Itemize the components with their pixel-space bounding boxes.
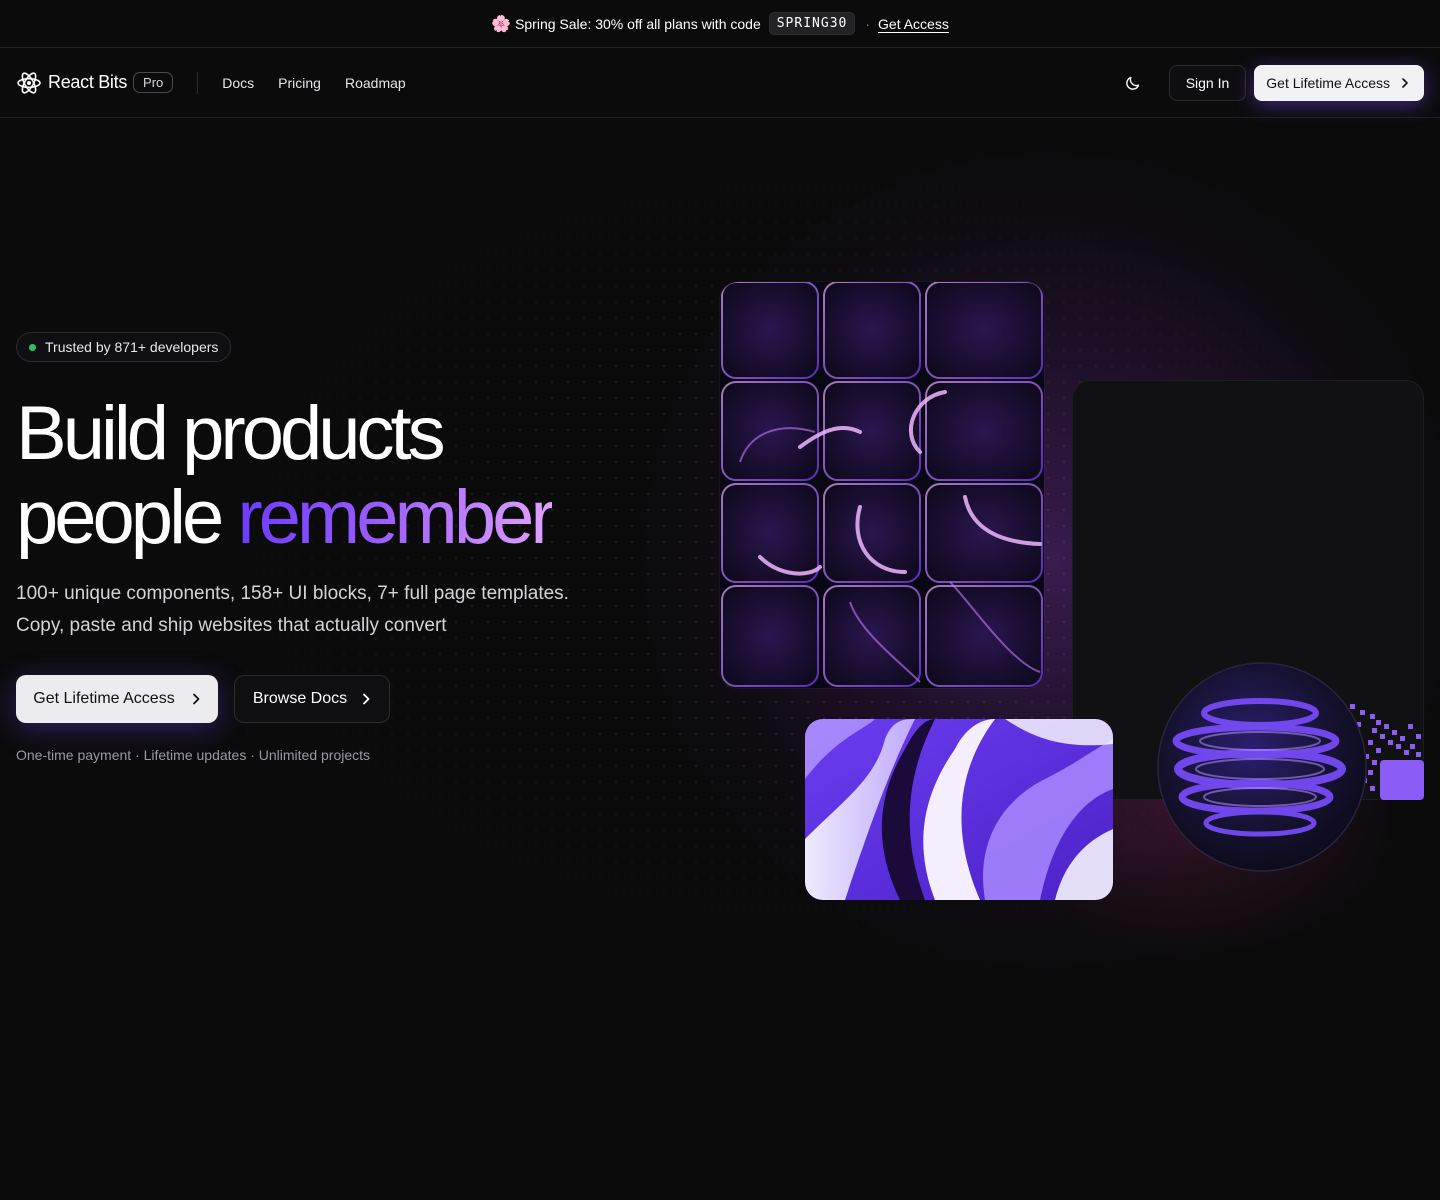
moon-icon <box>1125 76 1139 90</box>
subtext-line-2: Copy, paste and ship websites that actua… <box>16 615 447 636</box>
promo-code: SPRING30 <box>768 12 856 35</box>
nav-link-pricing[interactable]: Pricing <box>278 75 321 91</box>
announcement-bar: 🌸 Spring Sale: 30% off all plans with co… <box>0 0 1440 48</box>
trusted-badge: Trusted by 871+ developers <box>16 332 232 362</box>
nav-cta-label: Get Lifetime Access <box>1266 74 1390 91</box>
nav-link-roadmap[interactable]: Roadmap <box>345 75 406 91</box>
status-dot <box>29 343 36 351</box>
hero-footnote: One-time payment · Lifetime updates · Un… <box>16 747 371 763</box>
headline-plain: people <box>16 475 224 560</box>
nav-links: Docs Pricing Roadmap <box>222 75 405 91</box>
get-lifetime-access-button[interactable]: Get Lifetime Access <box>16 675 218 723</box>
get-access-link[interactable]: Get Access <box>878 16 949 32</box>
react-atom-icon <box>17 71 41 94</box>
separator: · <box>865 15 871 32</box>
nav-actions: Sign In Get Lifetime Access <box>1115 64 1424 101</box>
nav-divider <box>197 71 199 94</box>
chevron-right-icon <box>1402 77 1408 88</box>
brand-name: React Bits <box>48 72 128 92</box>
browse-docs-button[interactable]: Browse Docs <box>234 675 390 723</box>
headline-line-1: Build products <box>16 391 446 476</box>
liquid-wave-preview <box>805 719 1113 900</box>
chevron-right-icon <box>363 693 370 705</box>
pro-badge: Pro <box>133 72 174 93</box>
nav-link-docs[interactable]: Docs <box>222 75 254 91</box>
headline-accent: remember <box>237 475 555 560</box>
primary-button-label: Get Lifetime Access <box>33 690 175 707</box>
glass-grid-preview <box>720 282 1044 688</box>
hero-headline: Build products people remember <box>16 392 716 560</box>
theme-toggle-button[interactable] <box>1115 65 1151 101</box>
secondary-button-label: Browse Docs <box>252 690 348 707</box>
flower-icon: 🌸 <box>491 15 512 33</box>
nav-get-lifetime-access-button[interactable]: Get Lifetime Access <box>1254 64 1424 101</box>
wave-artwork <box>805 719 1113 900</box>
subtext-line-1: 100+ unique components, 158+ UI blocks, … <box>16 583 569 604</box>
sign-in-button[interactable]: Sign In <box>1168 64 1247 101</box>
orb-artwork <box>1157 662 1367 872</box>
hero-subtext: 100+ unique components, 158+ UI blocks, … <box>16 578 656 642</box>
announcement-text: Spring Sale: 30% off all plans with code <box>515 15 761 32</box>
orb-preview <box>1156 661 1368 873</box>
glass-grid-artwork <box>720 282 1044 688</box>
trusted-text: Trusted by 871+ developers <box>45 339 219 355</box>
top-navigation: React Bits Pro Docs Pricing Roadmap Sign… <box>0 48 1440 118</box>
brand[interactable]: React Bits Pro <box>16 70 174 96</box>
chevron-right-icon <box>192 693 200 705</box>
